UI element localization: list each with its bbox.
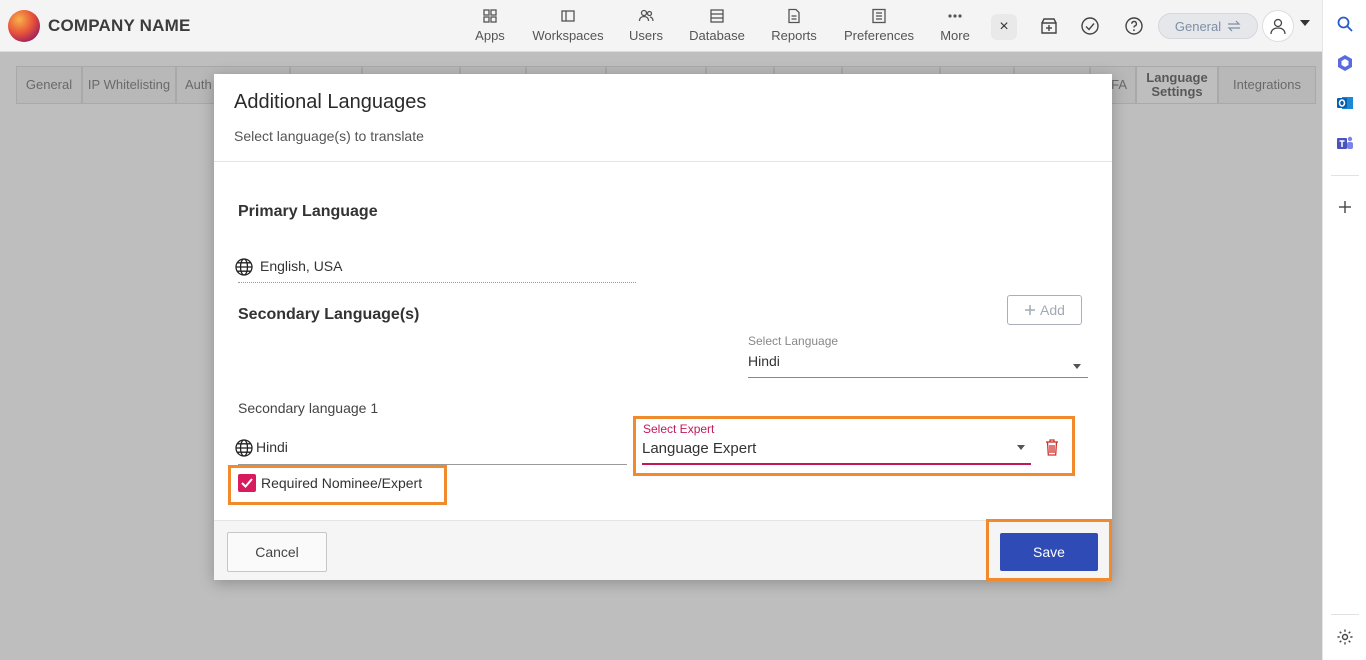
required-expert-label: Required Nominee/Expert — [261, 475, 423, 491]
nav-workspaces-label: Workspaces — [532, 28, 604, 43]
workspace-switcher[interactable]: General — [1158, 13, 1258, 39]
nav-apps-label: Apps — [475, 28, 505, 43]
chevron-down-icon[interactable] — [1300, 20, 1310, 26]
store-icon[interactable] — [1036, 13, 1062, 39]
sidebar-divider — [1331, 175, 1359, 176]
globe-icon — [235, 439, 253, 457]
nav-preferences[interactable]: Preferences — [843, 8, 915, 48]
required-expert-checkbox[interactable] — [238, 474, 256, 492]
nav-workspaces[interactable]: Workspaces — [530, 8, 606, 48]
sidebar-divider-bottom — [1331, 614, 1359, 615]
nav-database-label: Database — [689, 28, 745, 43]
delete-trash-icon[interactable] — [1045, 439, 1059, 456]
copilot-icon[interactable] — [1335, 53, 1355, 73]
select-language-label: Select Language — [748, 334, 839, 348]
nav-database[interactable]: Database — [688, 8, 746, 48]
nav-more-label: More — [940, 28, 970, 43]
dialog-footer: Cancel Save — [214, 519, 1112, 581]
nav-more[interactable]: More — [938, 8, 972, 48]
dialog-subtitle: Select language(s) to translate — [234, 128, 424, 144]
check-circle-icon[interactable] — [1077, 13, 1103, 39]
chevron-down-icon — [1073, 364, 1081, 369]
select-language-value: Hindi — [748, 353, 780, 369]
dialog-divider — [214, 161, 1112, 162]
nav-users[interactable]: Users — [626, 8, 666, 48]
select-expert-underline — [642, 463, 1031, 465]
save-button[interactable]: Save — [1000, 533, 1098, 571]
nav-reports-label: Reports — [771, 28, 817, 43]
nav-apps[interactable]: Apps — [474, 8, 506, 48]
settings-gear-icon[interactable] — [1335, 627, 1355, 647]
dialog-title: Additional Languages — [234, 91, 427, 113]
swap-icon — [1227, 20, 1241, 32]
cancel-button[interactable]: Cancel — [227, 532, 327, 572]
workspace-switcher-label: General — [1174, 18, 1222, 34]
search-icon[interactable] — [1335, 14, 1355, 34]
chevron-down-icon — [1017, 445, 1025, 450]
nav-users-label: Users — [629, 28, 663, 43]
users-icon — [638, 9, 654, 22]
secondary-language-item-label: Secondary language 1 — [238, 400, 379, 416]
nav-preferences-label: Preferences — [843, 28, 915, 43]
additional-languages-dialog: Additional Languages Select language(s) … — [214, 74, 1112, 581]
outlook-icon[interactable] — [1335, 93, 1355, 113]
user-avatar[interactable] — [1262, 10, 1294, 42]
plus-icon — [1025, 305, 1036, 315]
workspaces-icon — [561, 10, 575, 22]
primary-language-heading: Primary Language — [238, 203, 378, 220]
select-language-underline — [748, 377, 1088, 378]
company-logo[interactable] — [8, 10, 40, 42]
globe-icon — [235, 258, 253, 276]
top-header: COMPANY NAME Apps Workspaces Users Datab… — [0, 0, 1322, 52]
help-icon[interactable] — [1121, 13, 1147, 39]
add-language-button[interactable]: Add — [1007, 295, 1082, 325]
primary-language-underline — [238, 282, 636, 283]
database-icon — [710, 9, 724, 23]
secondary-language-heading: Secondary Language(s) — [238, 306, 420, 323]
select-expert-value: Language Expert — [642, 440, 757, 457]
nav-reports[interactable]: Reports — [770, 8, 818, 48]
right-sidebar — [1322, 0, 1366, 660]
primary-language-value: English, USA — [260, 258, 343, 274]
select-expert-label: Select Expert — [643, 422, 715, 436]
user-icon — [1270, 18, 1286, 35]
secondary-language-value: Hindi — [256, 439, 288, 455]
add-language-label: Add — [1040, 302, 1065, 318]
grid-icon — [483, 9, 497, 23]
teams-icon[interactable] — [1335, 133, 1355, 153]
company-name: COMPANY NAME — [48, 16, 191, 35]
preferences-icon — [872, 8, 886, 24]
plus-icon[interactable] — [1335, 197, 1355, 217]
more-icon — [948, 14, 962, 18]
checkmark-icon — [241, 478, 253, 488]
close-button[interactable]: × — [991, 14, 1017, 40]
reports-icon — [788, 8, 800, 24]
